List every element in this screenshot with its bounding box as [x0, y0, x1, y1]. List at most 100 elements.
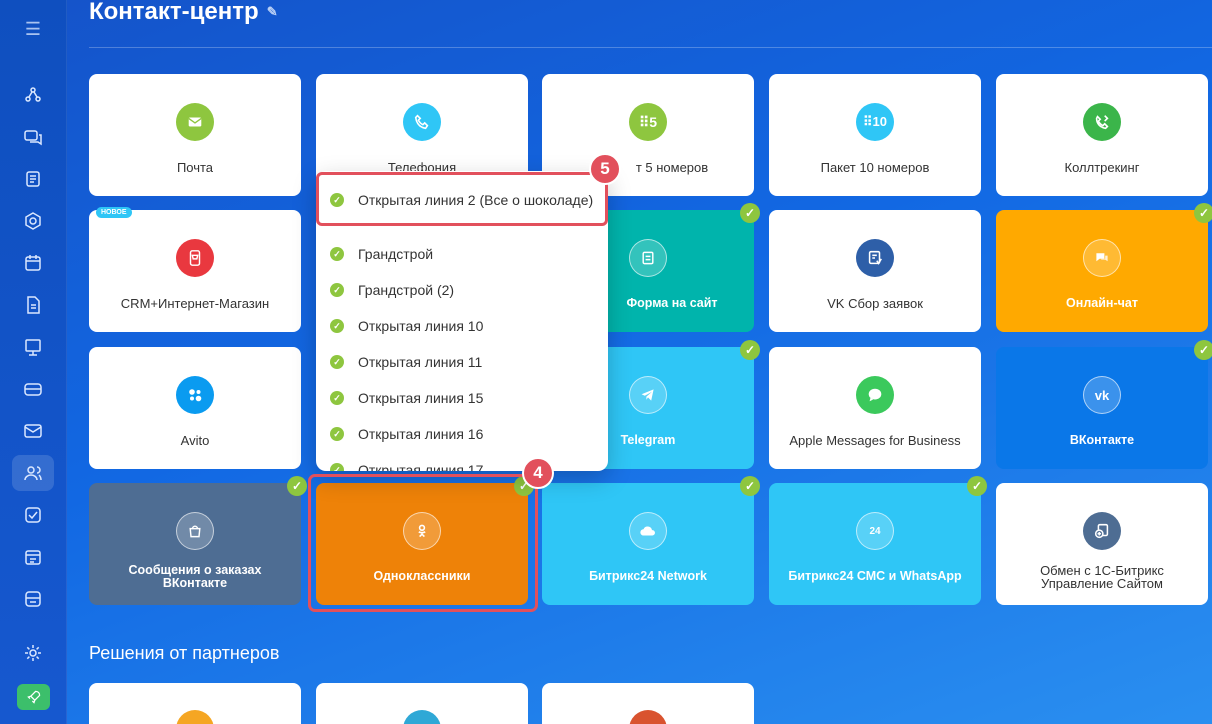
left-rail: ☰	[0, 0, 67, 724]
tile-vkontakte[interactable]: ✓ vk ВКонтакте	[996, 340, 1212, 469]
shop-cart-icon	[176, 239, 214, 277]
grid-10-icon: ⠿10	[856, 103, 894, 141]
dropdown-item[interactable]: ✓ Открытая линия 17	[330, 460, 483, 471]
dropdown-item-label: Грандстрой (2)	[358, 282, 455, 298]
storage-icon[interactable]	[20, 586, 46, 612]
chat-icon[interactable]	[20, 124, 46, 150]
person-icon	[629, 710, 667, 724]
tile-label: Одноклассники	[373, 569, 471, 583]
tile-label: Avito	[180, 433, 210, 448]
connected-check-icon: ✓	[740, 340, 760, 360]
dropdown-item[interactable]: ✓ Грандстрой (2)	[330, 280, 454, 300]
tile-b24-network[interactable]: ✓ Битрикс24 Network	[542, 476, 760, 605]
tile-online-chat[interactable]: ✓ Онлайн-чат	[996, 203, 1212, 332]
connected-check-icon: ✓	[1194, 340, 1212, 360]
tile-label: Битрикс24 СМС и WhatsApp	[788, 569, 962, 583]
phone-icon	[403, 103, 441, 141]
tile-label-line2: ВКонтакте	[162, 576, 228, 590]
checkbox-icon[interactable]	[20, 502, 46, 528]
tile-label: Сообщения о заказах ВКонтакте	[97, 564, 293, 590]
tile-label: Битрикс24 Network	[589, 569, 707, 583]
form-icon	[629, 239, 667, 277]
connected-check-icon: ✓	[740, 203, 760, 223]
tile-label: VK Сбор заявок	[827, 296, 923, 311]
rocket-icon[interactable]	[17, 684, 50, 710]
card-icon[interactable]	[20, 376, 46, 402]
tile-apple-messages[interactable]: Apple Messages for Business	[769, 347, 981, 469]
dropdown-item-label: Открытая линия 2 (Все о шоколаде)	[358, 192, 594, 208]
hexagon-icon[interactable]	[20, 208, 46, 234]
dropdown-item[interactable]: ✓ Открытая линия 2 (Все о шоколаде)	[330, 190, 593, 210]
dropdown-item[interactable]: ✓ Грандстрой	[330, 244, 433, 264]
title-divider	[89, 47, 1212, 48]
check-icon: ✓	[330, 355, 344, 369]
tile-vk-orders[interactable]: ✓ Сообщения о заказах ВКонтакте	[89, 476, 307, 605]
telegram-icon	[629, 376, 667, 414]
mail-icon	[176, 103, 214, 141]
step-marker-4: 4	[522, 457, 554, 489]
tile-label: Пакет 10 номеров	[820, 160, 930, 175]
settings-gear-icon[interactable]	[20, 640, 46, 666]
check-icon: ✓	[330, 193, 344, 207]
chat-icon	[1083, 239, 1121, 277]
dropdown-item[interactable]: ✓ Открытая линия 10	[330, 316, 483, 336]
tile-label-line2: Управление Сайтом	[1041, 576, 1163, 591]
tile-label: CRM+Интернет-Магазин	[120, 296, 270, 311]
document-icon[interactable]	[20, 166, 46, 192]
cloud-icon	[629, 512, 667, 550]
dropdown-item-label: Грандстрой	[358, 246, 434, 262]
presentation-icon[interactable]	[20, 334, 46, 360]
check-icon: ✓	[330, 391, 344, 405]
tile-label: Почта	[176, 160, 214, 175]
partner-card[interactable]	[316, 683, 528, 724]
users-icon[interactable]	[20, 460, 46, 486]
page-title: Контакт-центр ✎	[89, 0, 278, 26]
mail-icon[interactable]	[20, 418, 46, 444]
dropdown-item[interactable]: ✓ Открытая линия 16	[330, 424, 483, 444]
open-lines-dropdown[interactable]: ✓ Открытая линия 2 (Все о шоколаде) ✓ Гр…	[316, 171, 608, 471]
flow-icon[interactable]	[20, 82, 46, 108]
cart-icon	[403, 710, 441, 724]
dropdown-item[interactable]: ✓ Открытая линия 15	[330, 388, 483, 408]
check-icon: ✓	[330, 283, 344, 297]
message-bubble-icon	[856, 376, 894, 414]
new-badge: НОВОЕ	[96, 207, 132, 218]
tile-1c-exchange[interactable]: Обмен с 1С-Битрикс Управление Сайтом	[996, 483, 1208, 605]
check-icon: ✓	[330, 247, 344, 261]
tile-calltracking[interactable]: Коллтрекинг	[996, 74, 1208, 196]
connected-check-icon: ✓	[967, 476, 987, 496]
phone-arrows-icon	[1083, 103, 1121, 141]
file-icon[interactable]	[20, 292, 46, 318]
b24-chat-icon: 24	[856, 512, 894, 550]
check-icon: ✓	[330, 427, 344, 441]
connected-check-icon: ✓	[740, 476, 760, 496]
partner-card[interactable]	[542, 683, 754, 724]
pin-icon[interactable]: ✎	[267, 4, 278, 20]
connected-check-icon: ✓	[1194, 203, 1212, 223]
ok-icon	[403, 512, 441, 550]
bag-icon	[176, 512, 214, 550]
tile-odnoklassniki[interactable]: ✓ Одноклассники	[316, 476, 534, 605]
tile-paket10[interactable]: ⠿10 Пакет 10 номеров	[769, 74, 981, 196]
step-marker-5: 5	[589, 153, 621, 185]
check-icon: ✓	[330, 319, 344, 333]
dropdown-item-label: Открытая линия 15	[358, 390, 484, 406]
dropdown-item-label: Открытая линия 17	[358, 462, 484, 471]
hamburger-menu-icon[interactable]: ☰	[22, 18, 44, 40]
dropdown-item-label: Открытая линия 11	[358, 354, 483, 370]
calendar-icon[interactable]	[20, 250, 46, 276]
dropdown-item[interactable]: ✓ Открытая линия 11	[330, 352, 482, 372]
grid-5-icon: ⠿5	[629, 103, 667, 141]
tile-label: ВКонтакте	[1069, 433, 1135, 447]
tile-crm-shop[interactable]: НОВОЕ CRM+Интернет-Магазин	[89, 207, 301, 332]
tile-vk-leads[interactable]: VK Сбор заявок	[769, 210, 981, 332]
tile-label: Онлайн-чат	[1066, 296, 1138, 310]
connected-check-icon: ✓	[287, 476, 307, 496]
tile-pochta[interactable]: Почта	[89, 74, 301, 196]
tile-b24-sms[interactable]: ✓ 24 Битрикс24 СМС и WhatsApp	[769, 476, 987, 605]
exchange-icon	[1083, 512, 1121, 550]
tile-label: Коллтрекинг	[1064, 160, 1140, 175]
planner-icon[interactable]	[20, 544, 46, 570]
tile-avito[interactable]: Avito	[89, 347, 301, 469]
partner-card[interactable]	[89, 683, 301, 724]
